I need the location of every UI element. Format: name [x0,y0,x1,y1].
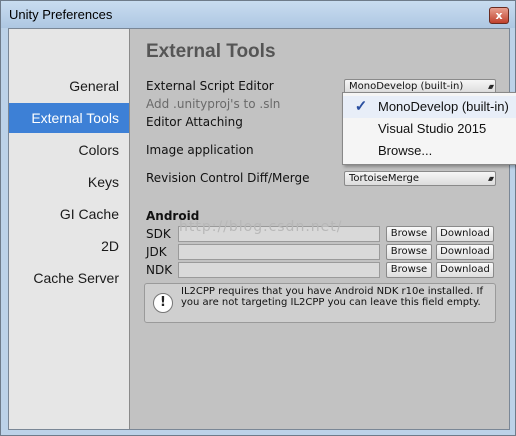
page-title: External Tools [146,41,276,62]
close-button[interactable]: x [489,7,509,24]
image-application-label: Image application [146,143,254,157]
window-title: Unity Preferences [9,7,113,22]
revision-control-dropdown[interactable]: TortoiseMerge ▴▾ [344,171,496,186]
sidebar-item-cache-server[interactable]: Cache Server [9,263,129,293]
dropdown-arrow-icon: ▴▾ [487,174,494,183]
script-editor-value: MonoDevelop (built-in) [349,81,464,92]
ndk-path-field[interactable] [178,262,380,278]
script-editor-label: External Script Editor [146,79,274,93]
jdk-browse-button[interactable]: Browse [386,244,432,260]
sidebar-item-gi-cache[interactable]: GI Cache [9,199,129,229]
ndk-download-button[interactable]: Download [436,262,494,278]
popup-item-visual-studio[interactable]: Visual Studio 2015 [343,118,516,140]
script-editor-popup-menu: ✓ MonoDevelop (built-in) Visual Studio 2… [342,92,516,165]
title-bar[interactable]: Unity Preferences x [1,1,515,28]
sidebar-item-general[interactable]: General [9,71,129,101]
sdk-download-button[interactable]: Download [436,226,494,242]
sidebar-item-external-tools[interactable]: External Tools [9,103,129,133]
popup-item-browse[interactable]: Browse... [343,140,516,162]
jdk-label: JDK [146,245,167,259]
sidebar-item-2d[interactable]: 2D [9,231,129,261]
revision-control-value: TortoiseMerge [349,173,420,184]
popup-item-label: MonoDevelop (built-in) [378,99,509,114]
popup-item-label: Visual Studio 2015 [378,121,487,136]
preferences-window: Unity Preferences x General External Too… [0,0,516,436]
checkmark-icon: ✓ [354,98,368,115]
editor-attaching-label: Editor Attaching [146,115,243,129]
sidebar: General External Tools Colors Keys GI Ca… [9,29,130,429]
info-exclamation-icon: ! [153,293,173,313]
watermark-text: http://blog.csdn.net/ [179,219,343,235]
jdk-path-field[interactable] [178,244,380,260]
il2cpp-info-box: ! IL2CPP requires that you have Android … [144,283,496,323]
ndk-label: NDK [146,263,173,277]
sdk-browse-button[interactable]: Browse [386,226,432,242]
ndk-browse-button[interactable]: Browse [386,262,432,278]
il2cpp-info-text: IL2CPP requires that you have Android ND… [181,286,483,308]
close-icon: x [495,9,503,22]
popup-item-label: Browse... [378,143,433,158]
sdk-label: SDK [146,227,171,241]
revision-control-label: Revision Control Diff/Merge [146,171,310,185]
sidebar-item-colors[interactable]: Colors [9,135,129,165]
popup-item-monodevelop[interactable]: ✓ MonoDevelop (built-in) [343,96,516,118]
jdk-download-button[interactable]: Download [436,244,494,260]
sidebar-item-keys[interactable]: Keys [9,167,129,197]
add-unityproj-label: Add .unityproj's to .sln [146,97,281,111]
